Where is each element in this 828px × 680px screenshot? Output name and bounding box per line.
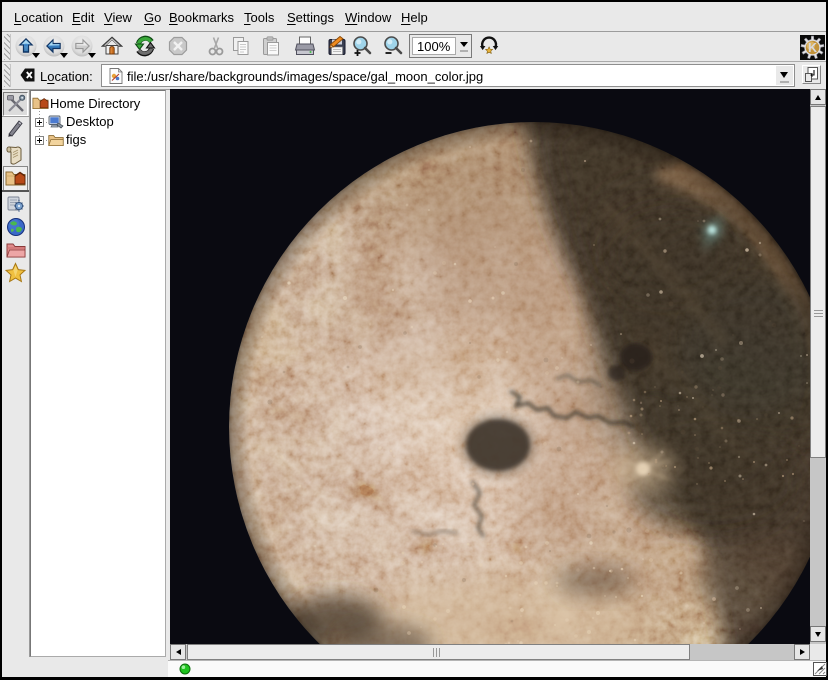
svg-text:K: K bbox=[808, 41, 817, 55]
